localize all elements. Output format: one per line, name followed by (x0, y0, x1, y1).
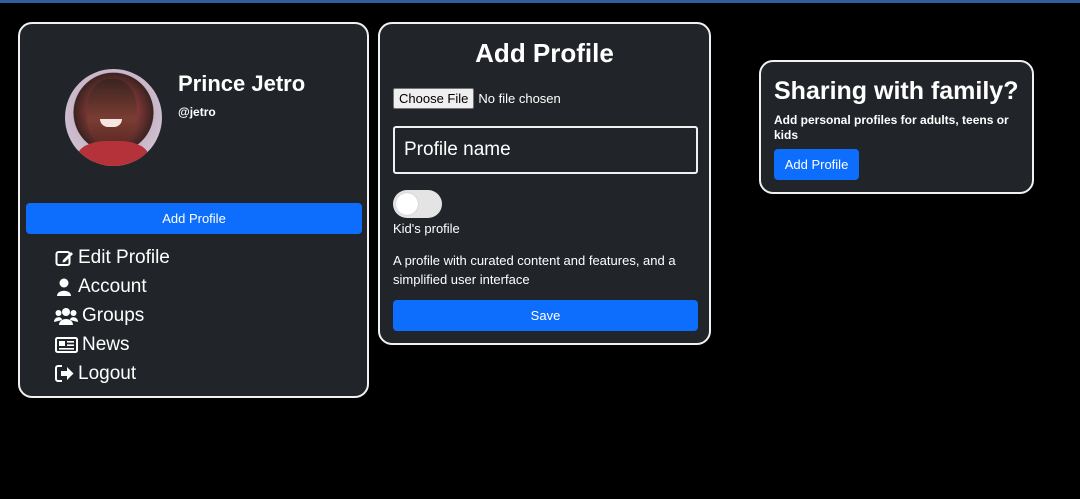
profile-card: Prince Jetro @jetro Add Profile Edit Pro… (18, 22, 369, 398)
users-icon (54, 306, 78, 325)
sharing-card: Sharing with family? Add personal profil… (759, 60, 1034, 194)
newspaper-icon (54, 335, 78, 354)
user-icon (54, 277, 74, 296)
edit-icon (54, 248, 74, 267)
menu-item-account[interactable]: Account (54, 272, 170, 301)
kids-profile-toggle[interactable] (393, 190, 442, 218)
toggle-knob (396, 193, 418, 215)
sharing-add-profile-button[interactable]: Add Profile (774, 149, 859, 180)
menu-item-label: News (82, 333, 130, 355)
sign-out-icon (54, 364, 74, 383)
choose-file-button[interactable]: Choose File (393, 88, 475, 109)
menu-item-logout[interactable]: Logout (54, 359, 170, 388)
avatar (65, 69, 162, 166)
kids-profile-description: A profile with curated content and featu… (393, 253, 676, 287)
profile-menu: Edit Profile Account Groups News Logout (54, 243, 170, 388)
menu-item-label: Edit Profile (78, 246, 170, 268)
menu-item-label: Logout (78, 362, 137, 384)
profile-name: Prince Jetro (178, 71, 306, 96)
sharing-title: Sharing with family? (774, 77, 1019, 105)
sharing-description: Add personal profiles for adults, teens … (774, 113, 1009, 142)
menu-item-label: Account (78, 275, 147, 297)
profile-handle: @jetro (178, 105, 216, 119)
kids-profile-label: Kid's profile (393, 221, 460, 236)
add-profile-button[interactable]: Add Profile (26, 203, 362, 234)
menu-item-news[interactable]: News (54, 330, 170, 359)
file-status: No file chosen (478, 91, 561, 106)
menu-item-edit-profile[interactable]: Edit Profile (54, 243, 170, 272)
profile-name-input[interactable] (393, 126, 698, 174)
save-button[interactable]: Save (393, 300, 698, 331)
add-profile-title: Add Profile (475, 38, 614, 68)
file-picker: Choose File No file chosen (393, 88, 561, 109)
menu-item-groups[interactable]: Groups (54, 301, 170, 330)
menu-item-label: Groups (82, 304, 145, 326)
top-accent-line (0, 0, 1080, 3)
add-profile-card: Add Profile Choose File No file chosen K… (378, 22, 711, 345)
